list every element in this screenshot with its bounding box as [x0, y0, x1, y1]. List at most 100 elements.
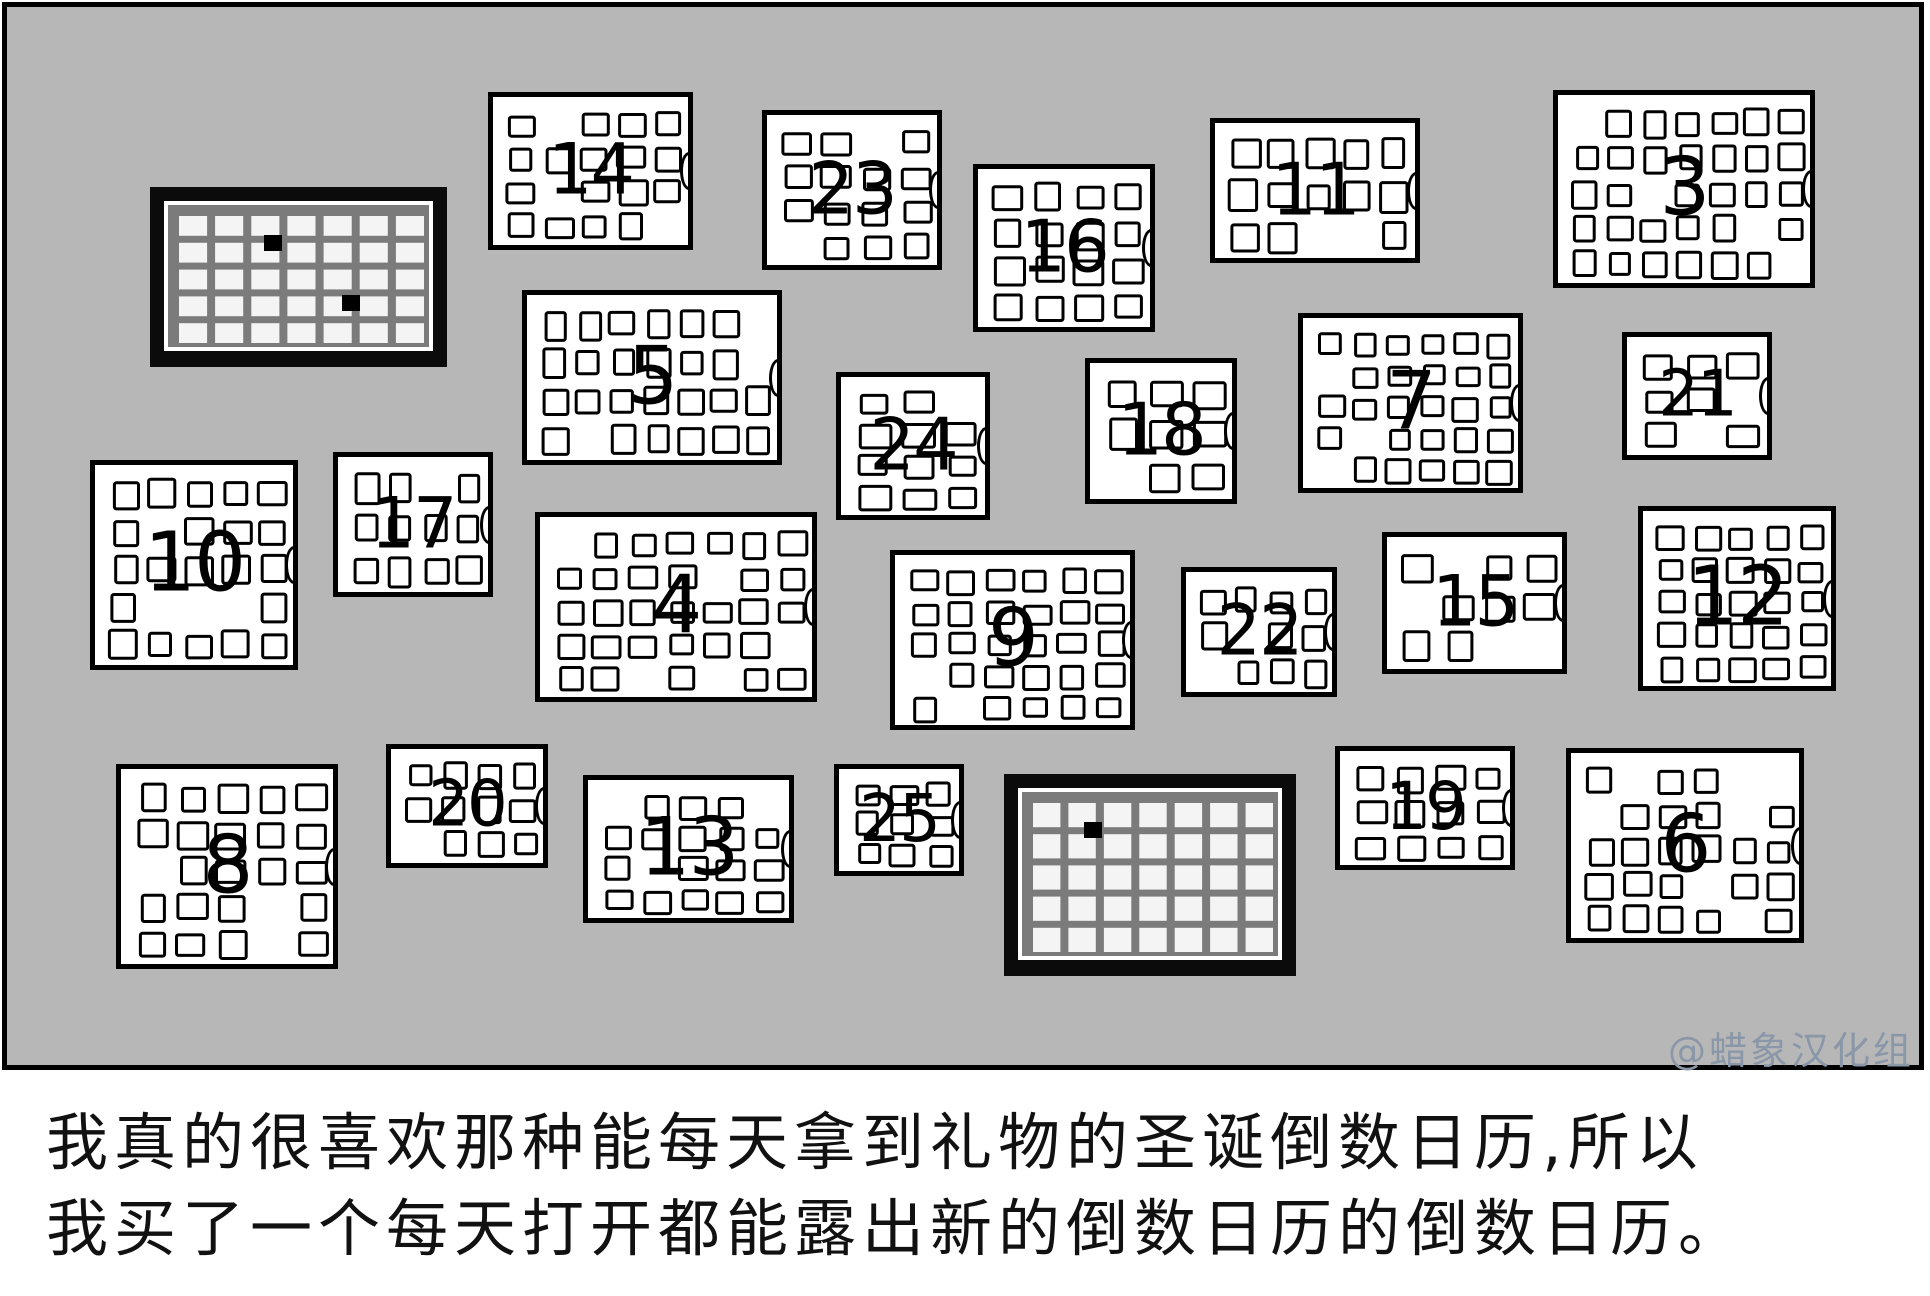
calendar-door	[359, 323, 388, 343]
calendar-door	[443, 761, 468, 790]
calendar-door	[296, 823, 327, 850]
calendar-door	[1060, 694, 1086, 720]
calendar-doors	[1655, 524, 1828, 684]
calendar-door	[179, 323, 208, 343]
calendar-door	[1442, 595, 1475, 622]
calendar-door	[903, 200, 933, 224]
calendar-door	[184, 517, 215, 546]
advent-calendar: 21	[1622, 332, 1772, 460]
calendar-door	[298, 931, 329, 957]
calendar-door	[107, 628, 138, 660]
calendar-door	[223, 520, 253, 545]
calendar-edge-loop	[1823, 579, 1831, 618]
calendar-door	[1475, 767, 1501, 790]
calendar-door	[1476, 799, 1506, 824]
calendar-door	[781, 132, 812, 156]
calendar-door	[323, 242, 352, 263]
advent-calendar: 23	[762, 110, 942, 270]
calendar-door	[217, 895, 246, 923]
calendar-door	[627, 565, 659, 590]
calendar-door	[668, 665, 696, 691]
calendar-doors	[855, 781, 955, 868]
calendar-door	[287, 296, 316, 317]
calendar-door	[1174, 896, 1203, 921]
calendar-door	[1447, 630, 1474, 662]
calendar-door	[756, 891, 785, 914]
calendar-door	[1192, 381, 1227, 411]
calendar-door	[215, 242, 244, 263]
calendar-door	[1762, 657, 1790, 681]
calendar-door	[1587, 904, 1612, 932]
calendar-door	[251, 269, 280, 290]
calendar-door	[738, 598, 769, 625]
calendar-door	[890, 813, 914, 836]
calendar-door	[1389, 428, 1411, 451]
calendar-door	[1655, 525, 1685, 551]
opened-door	[1084, 822, 1102, 838]
calendar-door	[1139, 803, 1167, 828]
calendar-door	[665, 531, 695, 555]
calendar-door	[456, 514, 480, 544]
calendar-door	[910, 632, 937, 658]
calendar-edge-loop	[1554, 584, 1562, 622]
calendar-door	[784, 199, 814, 223]
calendar-door	[1800, 524, 1825, 551]
calendar-door	[1778, 218, 1804, 241]
calendar-door	[405, 797, 433, 823]
calendar-door	[653, 179, 681, 204]
calendar-door	[1657, 905, 1684, 934]
calendar-door	[863, 235, 893, 261]
calendar-door	[629, 599, 656, 627]
calendar-door	[618, 179, 649, 207]
calendar-door	[1644, 421, 1677, 448]
calendar-door	[903, 454, 935, 480]
calendar-door	[114, 554, 139, 585]
advent-calendar: 17	[333, 452, 493, 597]
calendar-door	[138, 931, 167, 958]
calendar-door	[1643, 146, 1668, 175]
calendar-door	[613, 348, 636, 376]
calendar-door	[1696, 657, 1721, 683]
advent-calendar: 5	[522, 290, 782, 465]
calendar-door	[287, 216, 316, 236]
calendar-door	[354, 472, 381, 506]
calendar-door	[1103, 803, 1132, 828]
calendar-door	[395, 269, 424, 290]
calendar-door	[185, 634, 214, 660]
calendar-door	[1711, 112, 1739, 135]
calendar-door	[300, 893, 328, 922]
calendar-door	[1478, 835, 1504, 861]
calendar-door	[1778, 181, 1804, 207]
calendar-door	[112, 481, 140, 511]
calendar-door	[903, 390, 935, 414]
calendar-door	[680, 350, 704, 376]
calendar-doors	[1571, 107, 1806, 280]
calendar-door	[1245, 834, 1273, 859]
calendar-door	[141, 782, 167, 813]
calendar-door	[1658, 589, 1686, 614]
calendar-door	[607, 310, 636, 336]
calendar-door	[1695, 593, 1722, 617]
calendar-door	[823, 237, 850, 261]
calendar-door	[1453, 459, 1480, 485]
calendar-door	[507, 115, 536, 138]
calendar-door	[668, 564, 698, 590]
calendar-door	[1695, 623, 1719, 648]
calendar-door	[1095, 662, 1126, 688]
calendar-door	[1453, 332, 1479, 355]
calendar-door	[176, 821, 210, 851]
calendar-door	[1114, 294, 1143, 319]
calendar-door	[1623, 870, 1653, 897]
calendar-edge-loop	[1324, 613, 1332, 651]
calendar-door	[218, 930, 248, 960]
calendar-door	[1305, 137, 1336, 170]
calendar-door	[1103, 834, 1132, 859]
calendar-door	[1301, 625, 1327, 652]
calendar-door	[647, 424, 670, 454]
calendar-door	[1658, 836, 1683, 866]
calendar-door	[180, 855, 208, 886]
calendar-door	[654, 146, 682, 173]
calendar-door	[593, 599, 624, 627]
calendar-door	[903, 232, 930, 260]
calendar-door	[985, 600, 1016, 625]
